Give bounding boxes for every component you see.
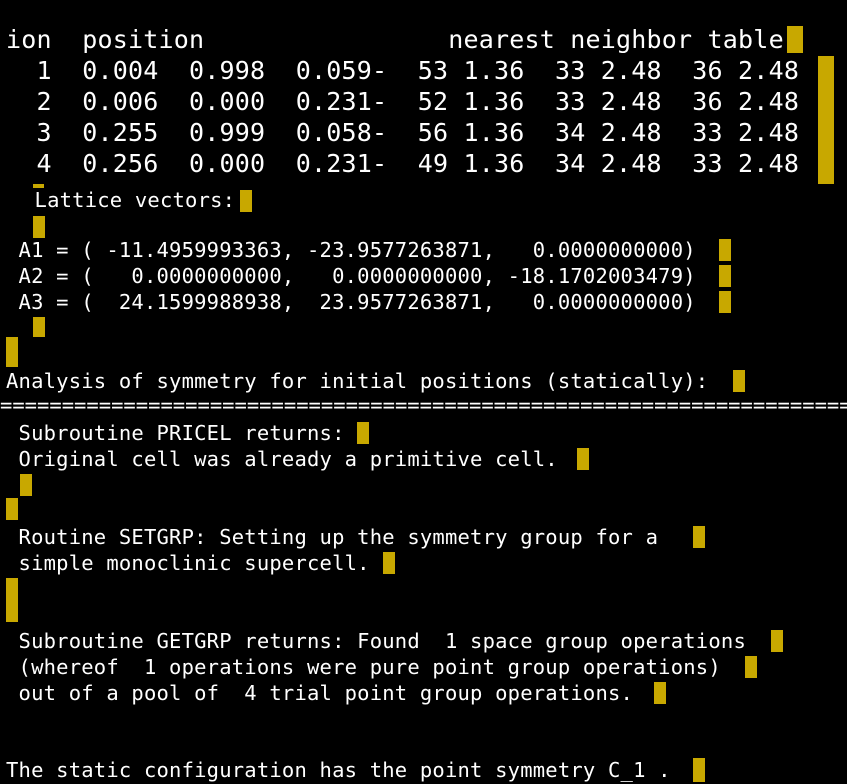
symmetry-result: The static configuration has the point s…: [6, 758, 671, 782]
lattice-vectors-title: Lattice vectors:: [22, 188, 236, 212]
terminal-cursor: [745, 656, 757, 678]
getgrp-line-1: Subroutine GETGRP returns: Found 1 space…: [6, 629, 746, 653]
setgrp-line-2: simple monoclinic supercell.: [6, 551, 370, 575]
terminal-cursor: [719, 291, 731, 313]
pricel-line-1: Subroutine PRICEL returns:: [6, 421, 345, 445]
terminal-cursor: [20, 474, 32, 496]
ion-row: 4 0.256 0.000 0.231- 49 1.36 34 2.48 33 …: [6, 149, 800, 178]
setgrp-line-1: Routine SETGRP: Setting up the symmetry …: [6, 525, 671, 549]
ion-row: 2 0.006 0.000 0.231- 52 1.36 33 2.48 36 …: [6, 87, 800, 116]
terminal-cursor: [733, 370, 745, 392]
symmetry-output-panel: Lattice vectors: A1 = ( -11.4959993363, …: [0, 184, 847, 784]
ion-table-panel: ion position nearest neighbor table 1 0.…: [0, 0, 847, 184]
analysis-title: Analysis of symmetry for initial positio…: [6, 369, 709, 393]
separator-line: ========================================…: [0, 395, 847, 416]
terminal-cursor: [383, 552, 395, 574]
ion-row: 1 0.004 0.998 0.059- 53 1.36 33 2.48 36 …: [6, 56, 800, 85]
lattice-vector-a3: A3 = ( 24.1599988938, 23.9577263871, 0.0…: [6, 290, 696, 314]
lattice-vector-a2: A2 = ( 0.0000000000, 0.0000000000, -18.1…: [6, 264, 696, 288]
terminal-cursor: [719, 265, 731, 287]
terminal-cursor: [693, 526, 705, 548]
getgrp-line-2: (whereof 1 operations were pure point gr…: [6, 655, 721, 679]
ion-row: 3 0.255 0.999 0.058- 56 1.36 34 2.48 33 …: [6, 118, 800, 147]
terminal-cursor: [6, 578, 18, 622]
terminal-cursor: [357, 422, 369, 444]
terminal-cursor: [818, 56, 834, 184]
getgrp-line-3: out of a pool of 4 trial point group ope…: [6, 681, 634, 705]
terminal-cursor: [654, 682, 666, 704]
terminal-cursor: [719, 239, 731, 261]
lattice-vector-a1: A1 = ( -11.4959993363, -23.9577263871, 0…: [6, 238, 696, 262]
terminal-cursor: [693, 758, 705, 782]
terminal-cursor: [33, 216, 45, 238]
ion-table-header: ion position nearest neighbor table: [6, 25, 784, 54]
terminal-cursor: [33, 317, 45, 337]
terminal-cursor: [771, 630, 783, 652]
terminal-cursor: [6, 337, 18, 367]
terminal-cursor: [240, 190, 252, 212]
pricel-line-2: Original cell was already a primitive ce…: [6, 447, 558, 471]
terminal-cursor: [787, 26, 803, 53]
terminal-cursor: [577, 448, 589, 470]
terminal-cursor: [6, 498, 18, 520]
